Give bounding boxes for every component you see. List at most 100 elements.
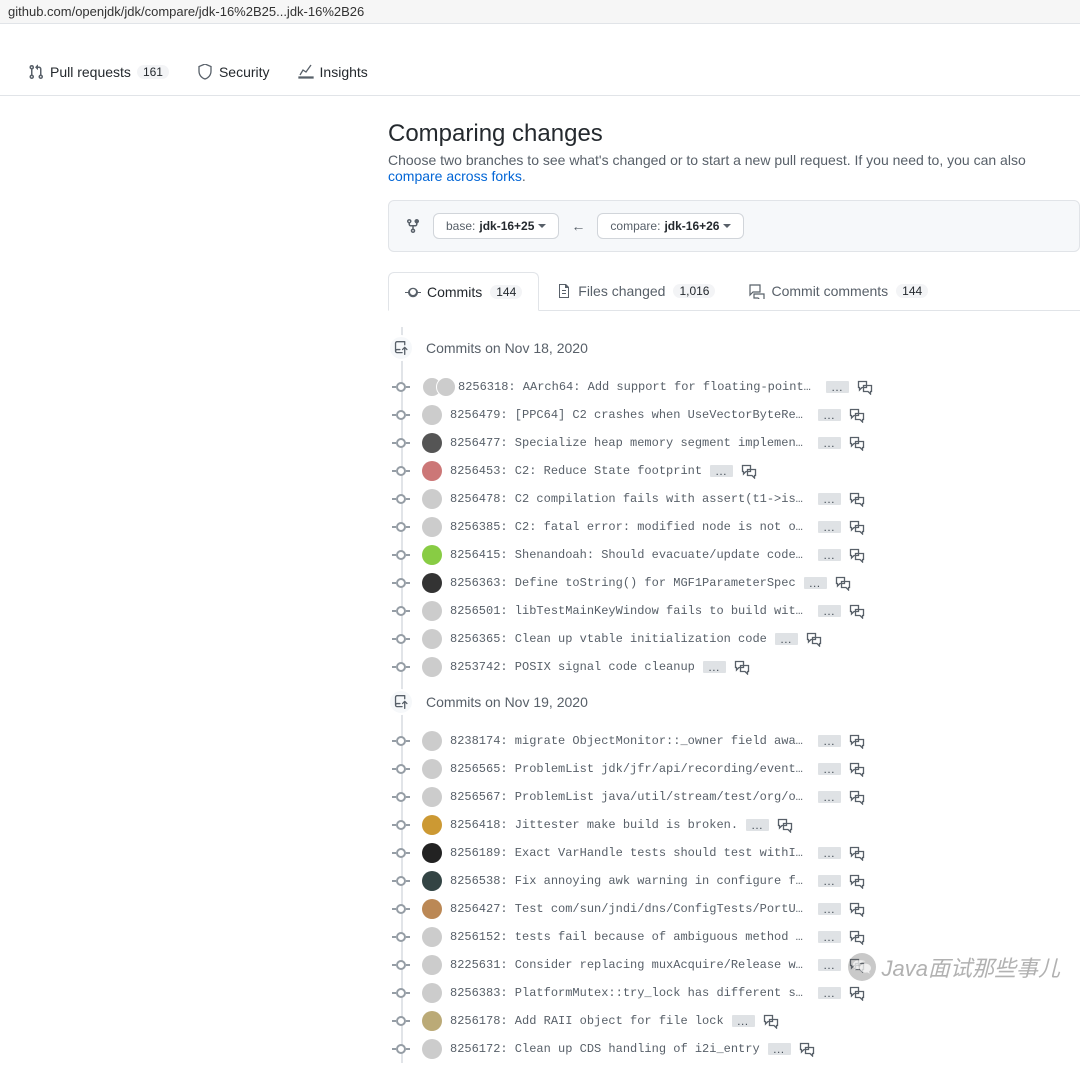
avatar[interactable] (422, 927, 442, 947)
comment-icon[interactable] (849, 985, 865, 1001)
commit-message[interactable]: 8256385: C2: fatal error: modified node … (450, 520, 810, 534)
commit-message[interactable]: 8256152: tests fail because of ambiguous… (450, 930, 810, 944)
comment-icon[interactable] (849, 873, 865, 889)
expand-ellipsis-button[interactable]: … (818, 959, 841, 971)
compare-across-forks-link[interactable]: compare across forks (388, 168, 522, 184)
expand-ellipsis-button[interactable]: … (746, 819, 769, 831)
avatar[interactable] (422, 601, 442, 621)
tab-commit-comments[interactable]: Commit comments 144 (732, 272, 945, 310)
avatar[interactable] (422, 433, 442, 453)
expand-ellipsis-button[interactable]: … (818, 605, 841, 617)
commit-message[interactable]: 8256383: PlatformMutex::try_lock has dif… (450, 986, 810, 1000)
expand-ellipsis-button[interactable]: … (732, 1015, 755, 1027)
commit-message[interactable]: 8256567: ProblemList java/util/stream/te… (450, 790, 810, 804)
avatar[interactable] (422, 843, 442, 863)
comment-icon[interactable] (849, 519, 865, 535)
expand-ellipsis-button[interactable]: … (818, 735, 841, 747)
expand-ellipsis-button[interactable]: … (768, 1043, 791, 1055)
comment-icon[interactable] (849, 761, 865, 777)
expand-ellipsis-button[interactable]: … (818, 437, 841, 449)
avatar[interactable] (422, 815, 442, 835)
expand-ellipsis-button[interactable]: … (818, 549, 841, 561)
comment-icon[interactable] (849, 929, 865, 945)
commit-message[interactable]: 8253742: POSIX signal code cleanup (450, 660, 695, 674)
avatar[interactable] (422, 489, 442, 509)
comment-icon[interactable] (849, 957, 865, 973)
expand-ellipsis-button[interactable]: … (818, 875, 841, 887)
commit-message[interactable]: 8256479: [PPC64] C2 crashes when UseVect… (450, 408, 810, 422)
expand-ellipsis-button[interactable]: … (703, 661, 726, 673)
nav-insights[interactable]: Insights (286, 56, 380, 88)
commit-message[interactable]: 8256365: Clean up vtable initialization … (450, 632, 767, 646)
expand-ellipsis-button[interactable]: … (826, 381, 849, 393)
comment-icon[interactable] (806, 631, 822, 647)
avatar[interactable] (422, 629, 442, 649)
expand-ellipsis-button[interactable]: … (804, 577, 827, 589)
expand-ellipsis-button[interactable]: … (818, 791, 841, 803)
commit-message[interactable]: 8238174: migrate ObjectMonitor::_owner f… (450, 734, 810, 748)
base-branch-button[interactable]: base: jdk-16+25 (433, 213, 559, 239)
expand-ellipsis-button[interactable]: … (775, 633, 798, 645)
avatar[interactable] (422, 1039, 442, 1059)
avatar[interactable] (422, 573, 442, 593)
commit-message[interactable]: 8256478: C2 compilation fails with asser… (450, 492, 810, 506)
comment-icon[interactable] (849, 733, 865, 749)
avatar[interactable] (422, 899, 442, 919)
nav-pull-requests[interactable]: Pull requests 161 (16, 56, 181, 88)
avatar[interactable] (422, 983, 442, 1003)
tab-files-changed[interactable]: Files changed 1,016 (539, 272, 732, 310)
commit-message[interactable]: 8256178: Add RAII object for file lock (450, 1014, 724, 1028)
expand-ellipsis-button[interactable]: … (818, 493, 841, 505)
comment-icon[interactable] (849, 603, 865, 619)
avatar[interactable] (422, 871, 442, 891)
avatar[interactable] (436, 377, 456, 397)
commit-message[interactable]: 8256189: Exact VarHandle tests should te… (450, 846, 810, 860)
commit-message[interactable]: 8256363: Define toString() for MGF1Param… (450, 576, 796, 590)
comment-icon[interactable] (849, 789, 865, 805)
browser-address-bar[interactable]: github.com/openjdk/jdk/compare/jdk-16%2B… (0, 0, 1080, 24)
commit-message[interactable]: 8256453: C2: Reduce State footprint (450, 464, 702, 478)
comment-icon[interactable] (763, 1013, 779, 1029)
comment-icon[interactable] (849, 901, 865, 917)
expand-ellipsis-button[interactable]: … (818, 763, 841, 775)
comment-icon[interactable] (849, 845, 865, 861)
commit-message[interactable]: 8225631: Consider replacing muxAcquire/R… (450, 958, 810, 972)
comment-icon[interactable] (849, 407, 865, 423)
avatar[interactable] (422, 405, 442, 425)
commit-message[interactable]: 8256477: Specialize heap memory segment … (450, 436, 810, 450)
avatar[interactable] (422, 787, 442, 807)
comment-icon[interactable] (849, 547, 865, 563)
comment-icon[interactable] (835, 575, 851, 591)
comment-icon[interactable] (734, 659, 750, 675)
commit-message[interactable]: 8256427: Test com/sun/jndi/dns/ConfigTes… (450, 902, 810, 916)
avatar[interactable] (422, 731, 442, 751)
commit-message[interactable]: 8256538: Fix annoying awk warning in con… (450, 874, 810, 888)
expand-ellipsis-button[interactable]: … (818, 847, 841, 859)
comment-icon[interactable] (799, 1041, 815, 1057)
expand-ellipsis-button[interactable]: … (818, 903, 841, 915)
avatar[interactable] (422, 955, 442, 975)
comment-icon[interactable] (857, 379, 873, 395)
avatar[interactable] (422, 759, 442, 779)
commit-message[interactable]: 8256501: libTestMainKeyWindow fails to b… (450, 604, 810, 618)
comment-icon[interactable] (849, 491, 865, 507)
avatar[interactable] (422, 461, 442, 481)
comment-icon[interactable] (777, 817, 793, 833)
expand-ellipsis-button[interactable]: … (818, 987, 841, 999)
expand-ellipsis-button[interactable]: … (818, 931, 841, 943)
tab-commits[interactable]: Commits 144 (388, 272, 539, 311)
compare-branch-button[interactable]: compare: jdk-16+26 (597, 213, 744, 239)
nav-security[interactable]: Security (185, 56, 282, 88)
comment-icon[interactable] (849, 435, 865, 451)
avatar[interactable] (422, 517, 442, 537)
expand-ellipsis-button[interactable]: … (818, 521, 841, 533)
avatar[interactable] (422, 545, 442, 565)
commit-message[interactable]: 8256418: Jittester make build is broken. (450, 818, 738, 832)
avatar-pair[interactable] (422, 377, 450, 397)
comment-icon[interactable] (741, 463, 757, 479)
commit-message[interactable]: 8256172: Clean up CDS handling of i2i_en… (450, 1042, 760, 1056)
avatar[interactable] (422, 1011, 442, 1031)
expand-ellipsis-button[interactable]: … (710, 465, 733, 477)
commit-message[interactable]: 8256318: AArch64: Add support for floati… (458, 380, 818, 394)
commit-message[interactable]: 8256565: ProblemList jdk/jfr/api/recordi… (450, 762, 810, 776)
